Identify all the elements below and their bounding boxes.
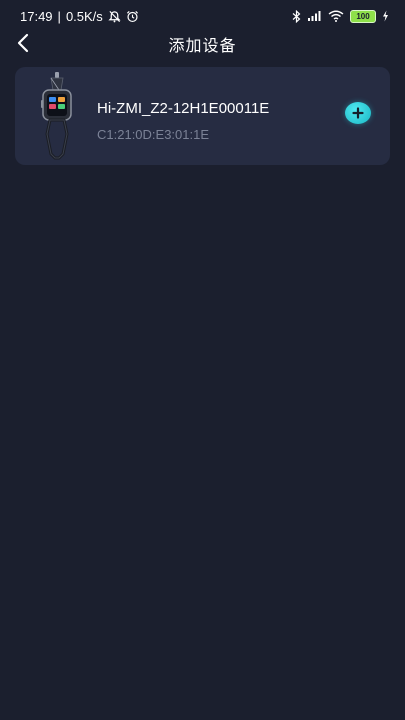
page-title: 添加设备 — [168, 38, 237, 55]
status-right: 100 — [292, 9, 389, 23]
status-time: 17:49 — [20, 8, 53, 24]
network-speed: 0.5K/s — [65, 8, 103, 24]
charging-icon — [382, 10, 389, 22]
device-card[interactable]: Hi-ZMI_Z2-12H1E00011E C1:21:0D:E3:01:1E — [15, 67, 390, 165]
bluetooth-icon — [292, 9, 301, 23]
status-separator: | — [57, 8, 61, 24]
header: 添加设备 — [0, 28, 405, 58]
plus-icon — [352, 107, 364, 119]
smartwatch-image — [41, 72, 72, 160]
device-name: Hi-ZMI_Z2-12H1E00011E — [97, 100, 270, 117]
device-mac-address: C1:21:0D:E3:01:1E — [97, 127, 210, 142]
mute-bell-icon — [108, 10, 121, 23]
alarm-icon — [126, 10, 139, 23]
status-left: 17:49 | 0.5K/s — [20, 9, 139, 24]
wifi-icon — [328, 10, 344, 22]
battery-icon: 100 — [350, 9, 376, 23]
add-device-button[interactable] — [345, 102, 371, 124]
signal-icon — [307, 10, 322, 22]
